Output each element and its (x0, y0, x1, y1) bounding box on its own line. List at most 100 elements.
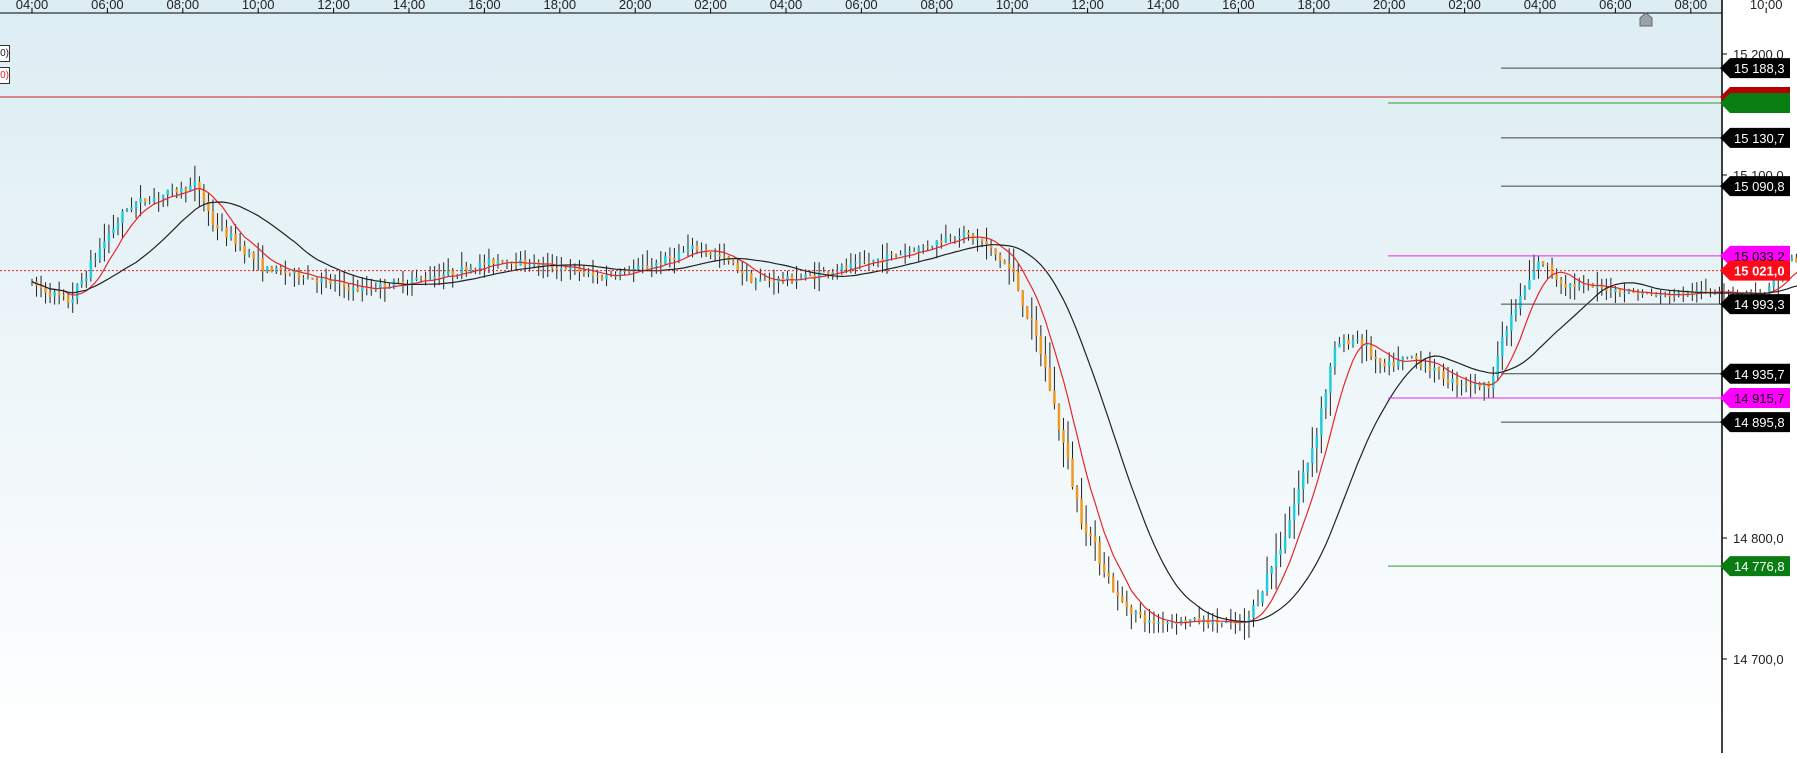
price-bar (474, 268, 477, 270)
price-level-badge[interactable]: 15 188,3 (1720, 58, 1790, 79)
price-bar (243, 245, 246, 255)
price-bar (1537, 261, 1540, 270)
price-level-badge[interactable]: 14 993,3 (1720, 294, 1790, 315)
price-bar (1514, 308, 1518, 315)
price-bar (636, 265, 640, 269)
price-level-badge[interactable]: 15 090,8 (1720, 176, 1790, 197)
price-bar (433, 276, 436, 279)
price-bar (1672, 295, 1676, 297)
price-bar (1464, 384, 1468, 386)
price-bar (125, 209, 129, 212)
price-bar (876, 258, 880, 260)
price-bar (1270, 566, 1273, 574)
price-bar (863, 261, 866, 263)
price-bar (1492, 376, 1495, 389)
price-level-badge[interactable]: 14 776,8 (1720, 556, 1790, 577)
price-bar (1102, 563, 1106, 573)
price-bar (1428, 366, 1432, 372)
price-level-badge[interactable]: 14 935,7 (1720, 363, 1790, 384)
plot-background (0, 0, 1722, 753)
price-bar (908, 251, 911, 253)
price-bar (691, 245, 694, 250)
price-bar (166, 189, 169, 195)
badge-label: 15 130,7 (1734, 131, 1785, 146)
price-bar (261, 258, 264, 272)
price-bar (487, 258, 491, 265)
price-bar (1134, 611, 1138, 615)
price-bar (1252, 605, 1255, 618)
price-bar (157, 197, 160, 199)
price-bar (713, 254, 717, 256)
price-bar (170, 189, 174, 191)
price-bar (1406, 356, 1409, 358)
price-bar (1700, 290, 1703, 292)
x-tick-label: 10:00 (996, 0, 1029, 12)
price-bar (53, 291, 56, 297)
price-bar (347, 286, 350, 291)
price-level-badge[interactable]: 15 130,7 (1720, 127, 1790, 148)
price-bar (130, 207, 133, 210)
price-bar (899, 254, 902, 256)
price-level-badge[interactable]: 15 021,0 (1720, 260, 1790, 281)
price-bar (1347, 339, 1350, 345)
legend-item-label: 0) (0, 48, 9, 59)
x-tick-label: 20:00 (619, 0, 652, 12)
price-bar (1442, 370, 1445, 380)
price-bar (646, 265, 649, 269)
price-bar (1288, 520, 1291, 538)
price-bar (1577, 284, 1581, 288)
price-bar (1320, 407, 1323, 436)
price-bar (555, 268, 559, 270)
price-chart[interactable]: 04:00 06:00 08:00 10:00 12:00 14:00 16:00 18:00… (0, 0, 1797, 753)
price-level-badge[interactable] (1720, 93, 1790, 114)
x-tick-label: 06:00 (1599, 0, 1632, 12)
legend-item-fast-ma[interactable]: 0) (0, 67, 10, 84)
price-bar (1130, 606, 1133, 615)
badge-label: 14 935,7 (1734, 367, 1785, 382)
x-tick-label: 04:00 (1524, 0, 1557, 12)
x-tick-label: 08:00 (167, 0, 200, 12)
price-bar (1148, 620, 1151, 623)
price-bar (1238, 623, 1242, 625)
price-bar (1039, 335, 1043, 355)
price-bar (320, 278, 323, 283)
price-bar (333, 282, 337, 284)
price-bar (1161, 622, 1165, 625)
price-bar (917, 247, 920, 252)
price-level-badge[interactable]: 14 915,7 (1720, 388, 1790, 409)
price-bar (1469, 384, 1472, 386)
x-tick-label: 16:00 (1222, 0, 1255, 12)
price-bar (1206, 619, 1210, 625)
price-bar (985, 241, 988, 245)
price-bar (664, 256, 667, 265)
price-bar (1297, 488, 1300, 505)
price-bar (175, 189, 179, 193)
price-bar (1505, 330, 1509, 337)
price-bar (894, 254, 898, 256)
x-tick-label: 10:00 (1750, 0, 1783, 12)
price-bar (926, 246, 929, 248)
price-bar (890, 254, 893, 256)
price-bar (1401, 357, 1405, 361)
price-bar (1035, 320, 1038, 336)
price-bar (1541, 261, 1545, 265)
chart-window[interactable]: 04:00 06:00 08:00 10:00 12:00 14:00 16:00 18:00… (0, 0, 1797, 753)
price-bar (962, 232, 966, 237)
price-bar (921, 246, 925, 248)
price-bar (1292, 504, 1296, 521)
price-bar (686, 249, 690, 252)
price-bar (1614, 288, 1617, 292)
legend-item-slow-ma[interactable]: 0) (0, 45, 10, 62)
price-bar (180, 187, 183, 193)
price-bar (1125, 601, 1129, 607)
price-bar (1424, 366, 1427, 368)
price-bar (885, 254, 889, 263)
price-bar (62, 295, 65, 297)
price-bar (1460, 384, 1463, 386)
price-level-badge[interactable]: 14 895,8 (1720, 412, 1790, 433)
price-bar (1437, 367, 1441, 371)
price-bar (306, 277, 310, 279)
price-bar (483, 262, 486, 265)
price-bar (139, 198, 142, 203)
price-bar (858, 261, 862, 263)
